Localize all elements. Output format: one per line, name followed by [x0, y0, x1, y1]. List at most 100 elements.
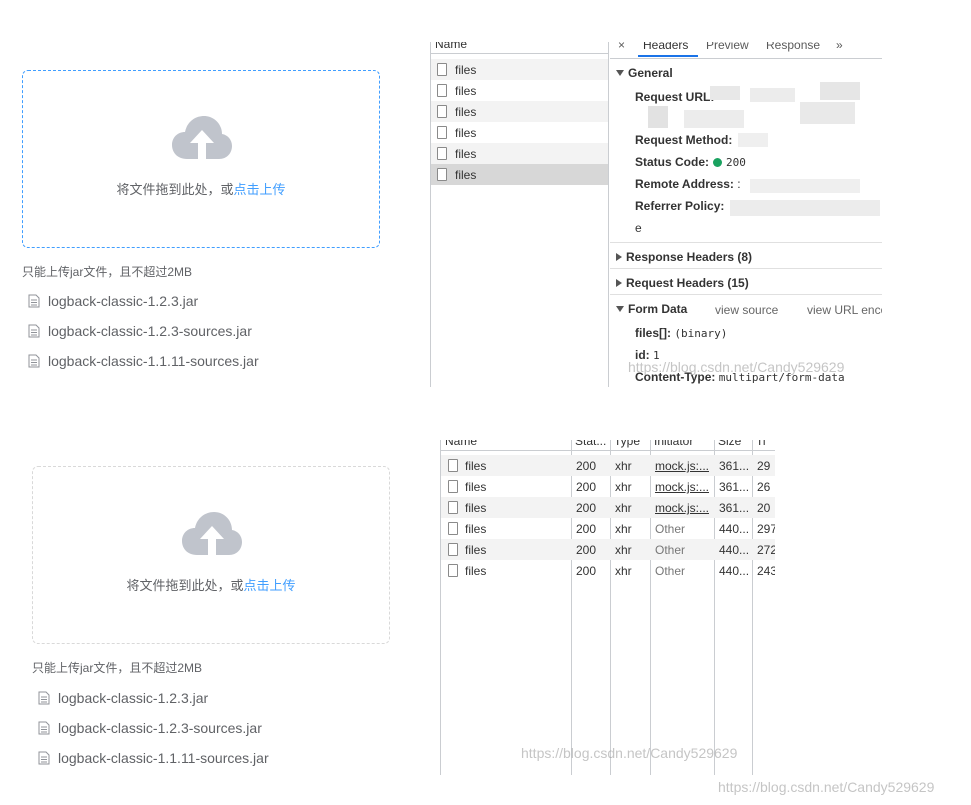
close-icon[interactable]: × — [618, 42, 625, 52]
tab-response[interactable]: Response — [766, 42, 820, 52]
status-code-label: Status Code: — [635, 155, 710, 169]
document-icon — [38, 691, 50, 705]
cell-size: 361... — [719, 480, 750, 494]
tab-preview[interactable]: Preview — [706, 42, 749, 52]
file-name: logback-classic-1.2.3.jar — [58, 690, 209, 706]
column-header-name[interactable]: Name — [445, 440, 477, 448]
form-data-toggle[interactable]: Form Data — [616, 302, 687, 316]
request-row[interactable]: files — [431, 101, 608, 122]
view-source-link[interactable]: view source — [715, 303, 778, 317]
upload-prompt: 将文件拖到此处，或点击上传 — [23, 179, 379, 198]
cell-type: xhr — [615, 480, 632, 494]
remote-address-row: Remote Address: : — [635, 177, 741, 191]
cloud-upload-icon — [172, 116, 232, 159]
file-icon — [437, 84, 447, 97]
section-title: Response Headers (8) — [626, 250, 753, 264]
file-list-item[interactable]: logback-classic-1.2.3-sources.jar — [32, 713, 372, 743]
network-request-row[interactable]: files 200 xhr mock.js:... 361... 26 — [441, 476, 775, 497]
tabs-overflow-icon[interactable]: » — [836, 42, 843, 52]
uploaded-file-list-top: logback-classic-1.2.3.jar logback-classi… — [22, 286, 362, 376]
cell-initiator: Other — [655, 564, 686, 578]
document-icon — [38, 721, 50, 735]
cell-type: xhr — [615, 459, 632, 473]
cell-status: 200 — [576, 564, 597, 578]
column-header-initiator[interactable]: Initiator — [654, 440, 693, 448]
file-list-item[interactable]: logback-classic-1.1.11-sources.jar — [32, 743, 372, 773]
column-header-type[interactable]: Type — [614, 440, 640, 448]
network-request-row[interactable]: files 200 xhr Other 440... 243 — [441, 560, 775, 581]
field-value: (binary) — [674, 327, 728, 340]
file-icon — [448, 522, 458, 535]
file-name: logback-classic-1.2.3.jar — [48, 293, 199, 309]
file-list-item[interactable]: logback-classic-1.2.3-sources.jar — [22, 316, 362, 346]
file-icon — [437, 168, 447, 181]
cell-initiator[interactable]: mock.js:... — [655, 501, 709, 515]
cell-time: 297 — [757, 522, 775, 536]
cell-type: xhr — [615, 564, 632, 578]
file-list-item[interactable]: logback-classic-1.2.3.jar — [32, 683, 372, 713]
referrer-policy-value: e — [635, 221, 642, 235]
triangle-right-icon — [616, 252, 622, 261]
name-column-header[interactable]: Name — [435, 42, 467, 51]
file-icon — [437, 126, 447, 139]
network-request-row[interactable]: files 200 xhr Other 440... 297 — [441, 518, 775, 539]
request-row[interactable]: files — [431, 122, 608, 143]
response-headers-toggle[interactable]: Response Headers (8) — [616, 250, 752, 264]
file-name: logback-classic-1.2.3-sources.jar — [48, 323, 252, 339]
upload-tip: 只能上传jar文件，且不超过2MB — [32, 661, 203, 675]
column-header-status[interactable]: Stat... — [575, 440, 606, 448]
upload-tip: 只能上传jar文件，且不超过2MB — [22, 265, 193, 279]
cell-size: 361... — [719, 501, 750, 515]
upload-dropzone-bottom[interactable]: 将文件拖到此处，或点击上传 — [32, 466, 390, 644]
section-title: Form Data — [628, 302, 688, 316]
cell-name: files — [465, 459, 487, 473]
cell-time: 26 — [757, 480, 771, 494]
file-icon — [448, 501, 458, 514]
request-row-selected[interactable]: files — [431, 164, 608, 185]
request-headers-toggle[interactable]: Request Headers (15) — [616, 276, 749, 290]
cell-initiator[interactable]: mock.js:... — [655, 480, 709, 494]
column-header-time[interactable]: Ti — [756, 440, 766, 448]
cell-status: 200 — [576, 480, 597, 494]
click-upload-link[interactable]: 点击上传 — [244, 578, 296, 593]
general-section-toggle[interactable]: General — [616, 66, 673, 80]
cell-type: xhr — [615, 543, 632, 557]
request-row[interactable]: files — [431, 143, 608, 164]
cell-time: 272 — [757, 543, 775, 557]
remote-address-value: : — [737, 177, 741, 191]
upload-dropzone-top[interactable]: 将文件拖到此处，或点击上传 — [22, 70, 380, 248]
click-upload-link[interactable]: 点击上传 — [234, 182, 286, 197]
request-url-row: Request URL: — [635, 90, 714, 104]
cell-status: 200 — [576, 459, 597, 473]
document-icon — [38, 751, 50, 765]
document-icon — [28, 354, 40, 368]
tab-headers[interactable]: Headers — [643, 42, 688, 52]
network-request-row[interactable]: files 200 xhr mock.js:... 361... 29 — [441, 455, 775, 476]
drag-text: 将文件拖到此处，或 — [116, 182, 234, 197]
network-request-row[interactable]: files 200 xhr mock.js:... 361... 20 — [441, 497, 775, 518]
cloud-upload-icon — [182, 512, 242, 555]
network-request-row[interactable]: files 200 xhr Other 440... 272 — [441, 539, 775, 560]
drag-text: 将文件拖到此处，或 — [126, 578, 244, 593]
upload-prompt: 将文件拖到此处，或点击上传 — [33, 575, 389, 594]
status-code-value: 200 — [726, 156, 746, 169]
section-title: Request Headers (15) — [626, 276, 749, 290]
cell-initiator[interactable]: mock.js:... — [655, 459, 709, 473]
page-watermark: https://blog.csdn.net/Candy529629 — [718, 779, 935, 795]
request-row[interactable]: files — [431, 59, 608, 80]
request-method-label: Request Method: — [635, 133, 733, 147]
watermark: https://blog.csdn.net/Candy529629 — [628, 359, 845, 375]
cell-name: files — [465, 480, 487, 494]
request-name: files — [455, 125, 477, 140]
file-icon — [448, 543, 458, 556]
request-row[interactable]: files — [431, 80, 608, 101]
column-header-size[interactable]: Size — [718, 440, 741, 448]
file-name: logback-classic-1.2.3-sources.jar — [58, 720, 262, 736]
file-list-item[interactable]: logback-classic-1.2.3.jar — [22, 286, 362, 316]
file-list-item[interactable]: logback-classic-1.1.11-sources.jar — [22, 346, 362, 376]
view-url-encoded-link[interactable]: view URL enco — [807, 303, 882, 317]
cell-status: 200 — [576, 543, 597, 557]
cell-time: 29 — [757, 459, 771, 473]
cell-size: 440... — [719, 543, 750, 557]
cell-name: files — [465, 543, 487, 557]
